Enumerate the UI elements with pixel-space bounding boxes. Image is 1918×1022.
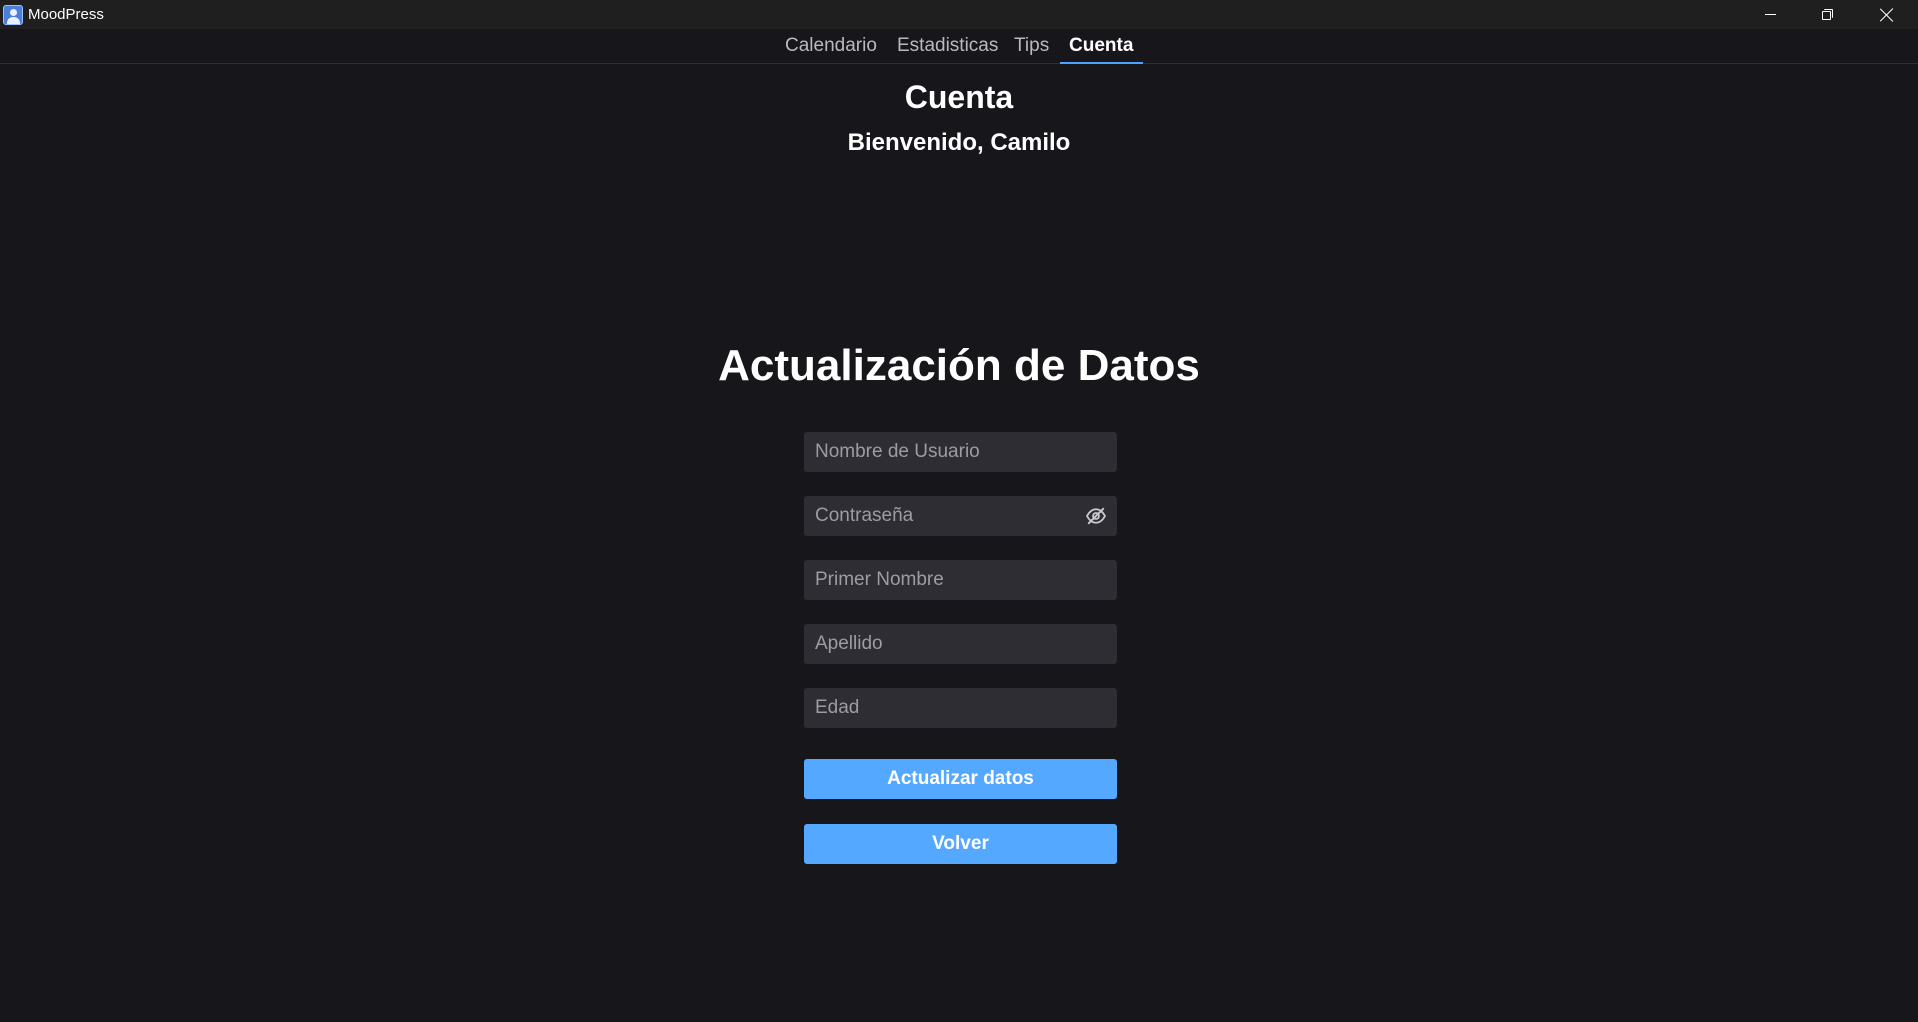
close-button[interactable] — [1858, 0, 1916, 29]
page-title: Cuenta — [904, 79, 1014, 115]
password-field[interactable] — [804, 496, 1117, 536]
tab-bar: Calendario Estadisticas Tips Cuenta — [0, 29, 1918, 64]
minimize-icon — [1764, 14, 1776, 15]
tab-tips[interactable]: Tips — [1014, 35, 1049, 57]
update-data-button[interactable]: Actualizar datos — [804, 759, 1117, 799]
close-icon — [1880, 8, 1894, 22]
restore-icon — [1822, 8, 1834, 21]
app-logo-icon — [3, 5, 23, 25]
minimize-button[interactable] — [1741, 0, 1799, 29]
window-title: MoodPress — [28, 6, 104, 23]
back-button[interactable]: Volver — [804, 824, 1117, 864]
last-name-field[interactable] — [804, 624, 1117, 664]
age-field[interactable] — [804, 688, 1117, 728]
tab-estadisticas[interactable]: Estadisticas — [897, 35, 998, 57]
restore-button[interactable] — [1799, 0, 1857, 29]
tab-calendario[interactable]: Calendario — [785, 35, 877, 57]
first-name-field[interactable] — [804, 560, 1117, 600]
active-tab-indicator — [1060, 62, 1143, 64]
title-bar: MoodPress — [0, 0, 1918, 29]
username-field[interactable] — [804, 432, 1117, 472]
eye-off-icon[interactable] — [1085, 507, 1107, 525]
welcome-message: Bienvenido, Camilo — [847, 129, 1071, 156]
tab-cuenta[interactable]: Cuenta — [1069, 35, 1133, 57]
form-title: Actualización de Datos — [718, 341, 1200, 390]
